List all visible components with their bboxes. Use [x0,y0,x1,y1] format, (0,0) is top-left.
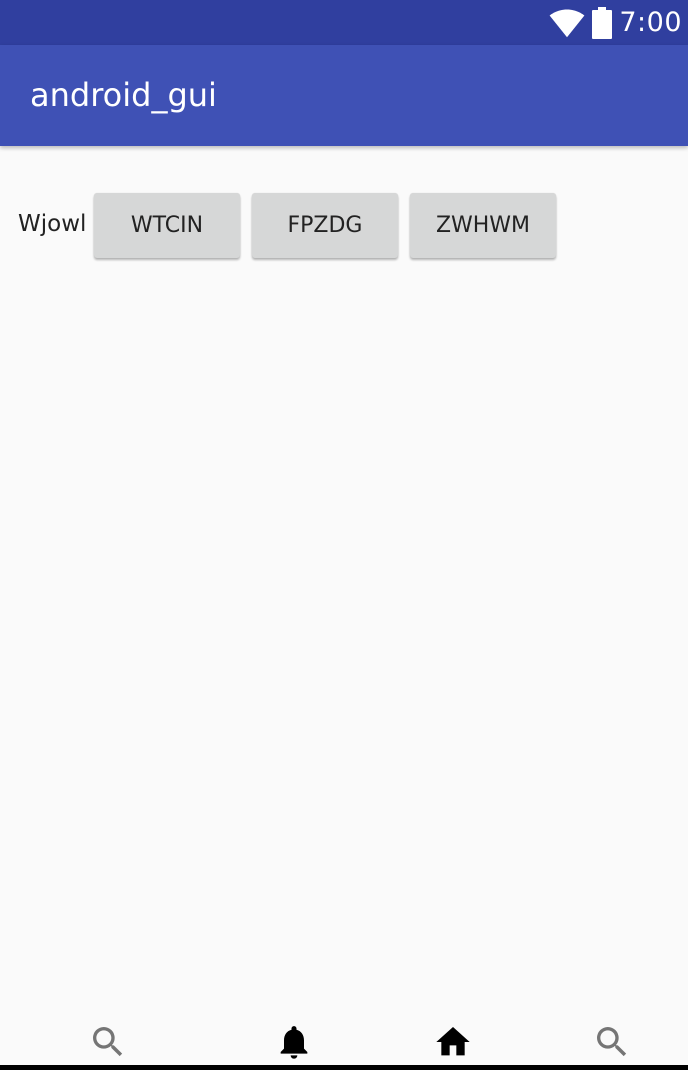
notifications-bell-icon [280,1026,308,1059]
search-icon [93,1027,123,1057]
battery-icon [592,6,613,39]
wjowl-label: Wjowl [18,211,87,237]
nav-item-search[interactable] [88,1022,128,1062]
app-title: android_gui [30,76,217,114]
nav-item-search-2[interactable] [592,1022,632,1062]
status-bar: 7:00 [0,0,688,45]
zwhwm-button[interactable]: ZWHWM [410,193,556,258]
main-content: Wjowl WTCIN FPZDG ZWHWM [0,146,688,1036]
fpzdg-button[interactable]: FPZDG [252,193,398,258]
status-icons: 7:00 [549,0,682,45]
wifi-icon [549,9,585,37]
nav-item-notifications[interactable] [274,1022,314,1062]
bottom-edge [0,1065,688,1070]
app-bar: android_gui [0,45,688,146]
wtcin-button[interactable]: WTCIN [94,193,240,258]
status-time: 7:00 [619,7,682,38]
bottom-navigation [0,1016,688,1065]
search-icon [597,1027,627,1057]
home-icon [436,1027,470,1056]
nav-item-home[interactable] [433,1022,473,1062]
